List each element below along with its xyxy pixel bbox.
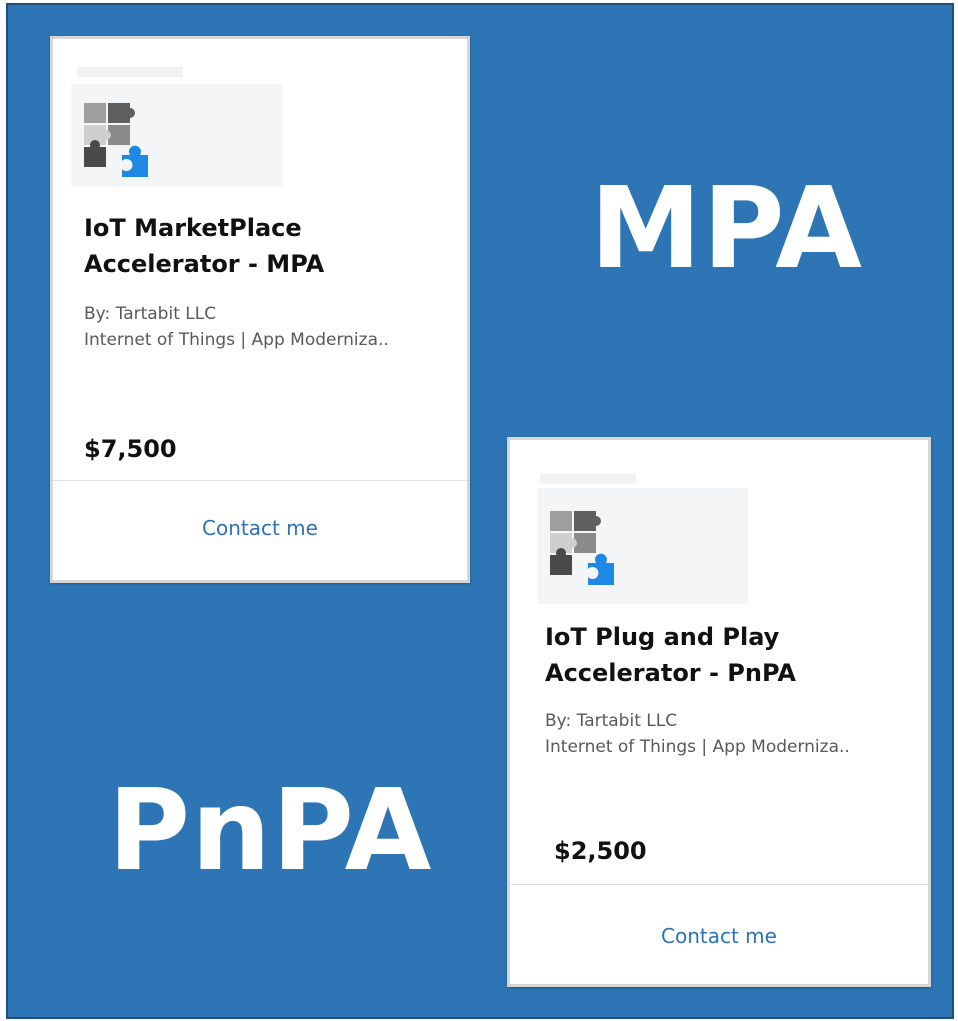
- offer-title-line1: IoT MarketPlace: [84, 214, 302, 242]
- puzzle-pieces-icon: [84, 103, 148, 177]
- categories-text: Internet of Things | App Moderniza..: [545, 737, 850, 757]
- card-divider: [510, 884, 928, 885]
- card-divider: [53, 480, 467, 481]
- offer-meta: By: Tartabit LLC Internet of Things | Ap…: [84, 301, 389, 353]
- publisher-text: By: Tartabit LLC: [84, 304, 217, 324]
- offer-thumbnail: [71, 84, 283, 187]
- offer-title[interactable]: IoT Plug and Play Accelerator - PnPA: [545, 619, 875, 691]
- offer-card-mpa[interactable]: IoT MarketPlace Accelerator - MPA By: Ta…: [50, 36, 470, 583]
- price-text: $2,500: [554, 837, 647, 865]
- offer-meta: By: Tartabit LLC Internet of Things | Ap…: [545, 708, 850, 760]
- contact-me-link[interactable]: Contact me: [53, 516, 467, 540]
- offer-thumbnail: [538, 488, 748, 604]
- card-header-placeholder: [540, 474, 636, 484]
- puzzle-pieces-icon: [550, 511, 614, 585]
- offer-title[interactable]: IoT MarketPlace Accelerator - MPA: [84, 210, 414, 282]
- offer-title-line2: Accelerator - PnPA: [545, 659, 796, 687]
- card-header-placeholder: [77, 67, 183, 77]
- categories-text: Internet of Things | App Moderniza..: [84, 330, 389, 350]
- canvas: MPA PnPA IoT MarketPlace Accelerator - M…: [0, 0, 958, 1021]
- mpa-label: MPA: [590, 164, 863, 294]
- price-text: $7,500: [84, 435, 177, 463]
- contact-me-link[interactable]: Contact me: [510, 924, 928, 948]
- offer-card-pnpa[interactable]: IoT Plug and Play Accelerator - PnPA By:…: [507, 437, 931, 987]
- publisher-text: By: Tartabit LLC: [545, 711, 678, 731]
- pnpa-label: PnPA: [108, 766, 433, 896]
- offer-title-line1: IoT Plug and Play: [545, 623, 780, 651]
- offer-title-line2: Accelerator - MPA: [84, 250, 325, 278]
